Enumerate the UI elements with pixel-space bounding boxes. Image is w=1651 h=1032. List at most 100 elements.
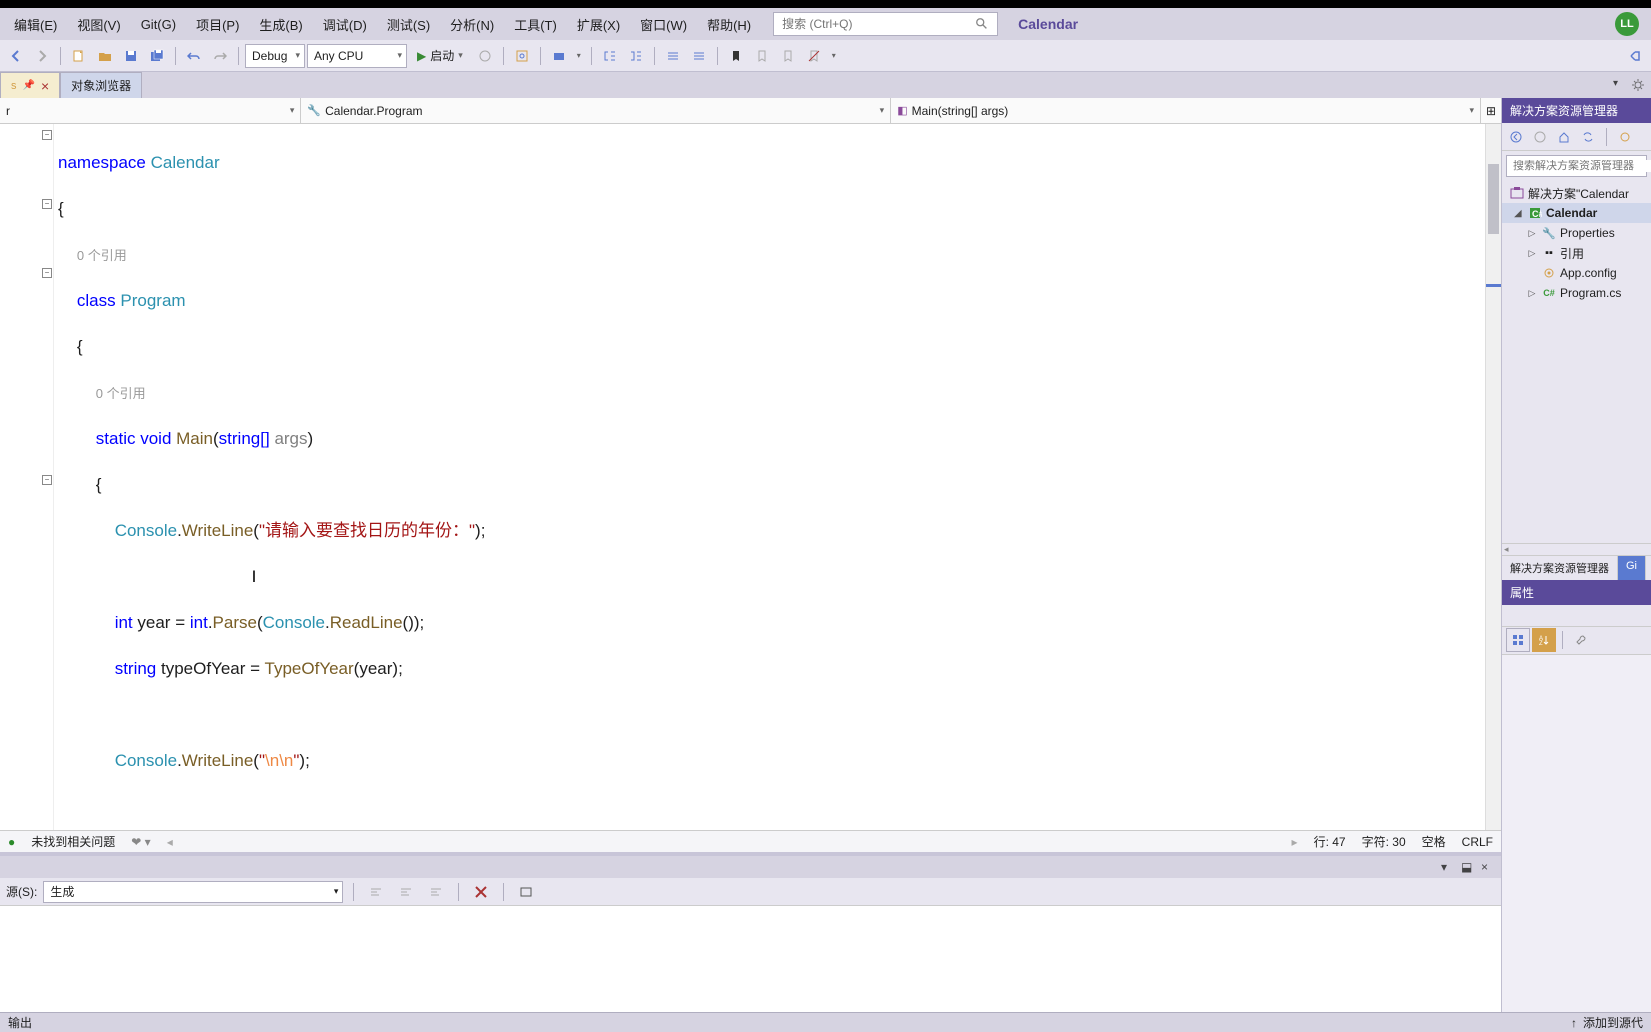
h-scrollbar[interactable]: ◂ [1502, 543, 1651, 555]
fold-icon[interactable]: − [42, 130, 52, 140]
scroll-right-icon[interactable]: ▸ [1292, 835, 1298, 849]
dropdown-icon[interactable]: ▾ [828, 44, 840, 68]
menu-help[interactable]: 帮助(H) [697, 11, 761, 38]
platform-combo[interactable]: Any CPU [307, 44, 407, 68]
menu-view[interactable]: 视图(V) [67, 11, 130, 38]
nav-class-combo[interactable]: 🔧 Calendar.Program [301, 98, 891, 123]
sync-icon[interactable] [1578, 127, 1598, 147]
nav-project-combo[interactable]: r [0, 98, 301, 123]
fold-icon[interactable]: − [42, 268, 52, 278]
properties-combo[interactable] [1502, 605, 1651, 627]
comment-button[interactable] [661, 44, 685, 68]
tab-object-browser[interactable]: 对象浏览器 [60, 72, 142, 98]
refresh-icon[interactable] [1615, 127, 1635, 147]
output-body[interactable] [0, 906, 1501, 1012]
indent-button[interactable] [624, 44, 648, 68]
output-tab-label[interactable]: 输出 [8, 1014, 32, 1031]
save-button[interactable] [119, 44, 143, 68]
expand-icon[interactable]: ▷ [1526, 228, 1538, 239]
expand-icon[interactable]: ▷ [1526, 288, 1538, 299]
separator [1562, 631, 1563, 649]
nav-method-combo[interactable]: ◧ Main(string[] args) [891, 98, 1481, 123]
nav-fwd-button[interactable] [30, 44, 54, 68]
back-icon[interactable] [1506, 127, 1526, 147]
goto-prev-button[interactable] [364, 880, 388, 904]
global-search[interactable] [773, 12, 998, 36]
toggle-button[interactable] [514, 880, 538, 904]
expand-icon[interactable]: ▷ [1526, 248, 1538, 259]
tree-properties[interactable]: ▷ 🔧 Properties [1502, 223, 1651, 243]
tab-close-icon[interactable]: × [41, 78, 49, 94]
close-icon[interactable]: × [1481, 860, 1495, 874]
chevron-down-icon[interactable]: ▾ [1441, 860, 1455, 874]
redo-button[interactable] [208, 44, 232, 68]
tab-file[interactable]: s 📌 × [0, 72, 60, 98]
menu-git[interactable]: Git(G) [131, 13, 186, 36]
tree-solution[interactable]: 解决方案"Calendar [1502, 183, 1651, 203]
menu-build[interactable]: 生成(B) [249, 11, 312, 38]
chevron-down-icon[interactable]: ▾ [1613, 78, 1627, 92]
tree-references[interactable]: ▷ ▪▪ 引用 [1502, 243, 1651, 263]
health-icon[interactable]: ❤ ▾ [131, 835, 150, 849]
gear-icon[interactable] [1631, 78, 1645, 92]
code-area[interactable]: namespace Calendar { 0 个引用 class Program… [54, 124, 1485, 830]
global-search-input[interactable] [782, 17, 975, 31]
scroll-thumb[interactable] [1488, 164, 1499, 234]
find-file-button[interactable] [510, 44, 534, 68]
clear-button[interactable] [424, 880, 448, 904]
source-control-icon[interactable]: ↑ [1571, 1016, 1577, 1030]
nav-method-label: Main(string[] args) [912, 104, 1009, 118]
solution-search[interactable] [1506, 155, 1647, 177]
user-avatar[interactable]: LL [1615, 12, 1639, 36]
pin-icon[interactable]: ⬓ [1461, 860, 1475, 874]
add-source-label[interactable]: 添加到源代 [1583, 1014, 1643, 1031]
home-icon[interactable] [1554, 127, 1574, 147]
goto-next-button[interactable] [394, 880, 418, 904]
start-button[interactable]: ▶ 启动 ▾ [409, 47, 471, 64]
wrap-button[interactable] [469, 880, 493, 904]
fwd-icon[interactable] [1530, 127, 1550, 147]
props-wrench-button[interactable] [1569, 628, 1593, 652]
outdent-button[interactable] [598, 44, 622, 68]
fold-icon[interactable]: − [42, 475, 52, 485]
editor-scrollbar[interactable] [1485, 124, 1501, 830]
menu-project[interactable]: 项目(P) [186, 11, 249, 38]
nav-back-button[interactable] [4, 44, 28, 68]
solution-search-input[interactable] [1513, 160, 1651, 172]
menu-debug[interactable]: 调试(D) [313, 11, 377, 38]
scroll-left-icon[interactable]: ◂ [167, 835, 173, 849]
menu-edit[interactable]: 编辑(E) [4, 11, 67, 38]
tab-solution-explorer[interactable]: 解决方案资源管理器 [1502, 556, 1618, 580]
dropdown-icon[interactable]: ▾ [573, 44, 585, 68]
tree-programcs[interactable]: ▷ C# Program.cs [1502, 283, 1651, 303]
liveshare-button[interactable] [1623, 44, 1647, 68]
menu-tools[interactable]: 工具(T) [504, 11, 567, 38]
bookmark-clear-button[interactable] [802, 44, 826, 68]
config-combo[interactable]: Debug [245, 44, 305, 68]
toolbox-button[interactable] [547, 44, 571, 68]
tree-appconfig[interactable]: App.config [1502, 263, 1651, 283]
menu-window[interactable]: 窗口(W) [630, 11, 697, 38]
bookmark-button[interactable] [724, 44, 748, 68]
bookmark-prev-button[interactable] [750, 44, 774, 68]
output-source-combo[interactable]: 生成 [43, 881, 343, 903]
expand-icon[interactable]: ◢ [1512, 208, 1524, 219]
menu-analyze[interactable]: 分析(N) [440, 11, 504, 38]
uncomment-button[interactable] [687, 44, 711, 68]
bookmark-next-button[interactable] [776, 44, 800, 68]
tree-project[interactable]: ◢ C# Calendar [1502, 203, 1651, 223]
tab-pin-icon[interactable]: 📌 [23, 80, 35, 91]
open-button[interactable] [93, 44, 117, 68]
undo-button[interactable] [182, 44, 206, 68]
new-button[interactable] [67, 44, 91, 68]
fold-icon[interactable]: − [42, 199, 52, 209]
split-button[interactable]: ⊞ [1481, 98, 1501, 123]
tab-git[interactable]: Gi [1618, 556, 1646, 580]
save-all-button[interactable] [145, 44, 169, 68]
categorize-button[interactable] [1506, 628, 1530, 652]
alphabetize-button[interactable]: AZ [1532, 628, 1556, 652]
menu-extensions[interactable]: 扩展(X) [567, 11, 630, 38]
scroll-left-icon[interactable]: ◂ [1504, 544, 1509, 555]
step-button[interactable] [473, 44, 497, 68]
menu-test[interactable]: 测试(S) [377, 11, 440, 38]
